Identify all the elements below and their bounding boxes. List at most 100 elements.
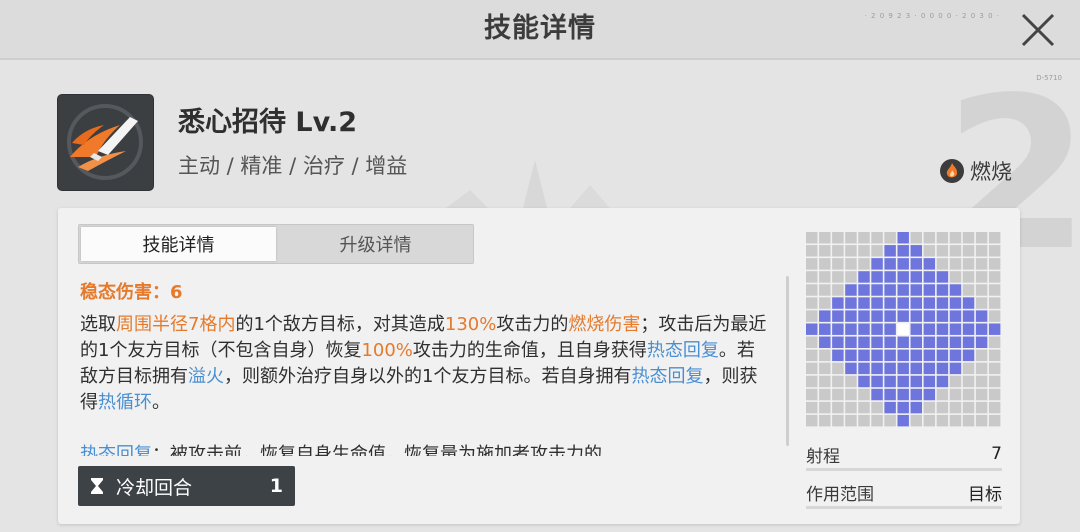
range-cell-empty [819,414,831,427]
range-cell-empty [819,297,831,309]
range-cell-empty [858,258,870,270]
range-cell-in-range [897,310,909,322]
stat-row-range: 射程 7 [806,440,1002,471]
keyword-explanation: 热态回复：被攻击前，恢复自身生命值，恢复量为施加者攻击力的 [80,442,770,456]
range-cell-empty [962,271,975,283]
range-cell-empty [949,414,962,427]
range-cell-empty [962,284,975,296]
range-cell-empty [962,232,975,244]
range-cell-in-range [884,323,896,335]
range-cell-in-range [910,323,922,335]
range-cell-empty [871,401,883,414]
range-cell-in-range [884,349,896,362]
description-scrollbar[interactable] [786,276,789,446]
skill-description: 选取周围半径7格内的1个敌方目标，对其造成130%攻击力的燃烧伤害；攻击后为最近… [80,314,767,413]
keyword-link[interactable]: 热态回复 [647,340,719,361]
stat-value: 7 [991,444,1002,464]
range-grid [806,232,1001,427]
range-cell-in-range [936,284,949,296]
range-cell-in-range [910,362,922,375]
range-cell-in-range [962,323,975,335]
keyword-link[interactable]: 热态回复 [631,366,703,387]
range-cell-in-range [897,258,909,270]
range-cell-empty [845,388,857,401]
range-cell-in-range [923,336,936,348]
range-cell-in-range [858,284,870,296]
range-cell-empty [988,388,1001,401]
range-cell-empty [819,375,831,388]
range-cell-in-range [845,336,857,348]
range-cell-empty [832,375,844,388]
tab-skill-details[interactable]: 技能详情 [81,227,276,261]
range-cell-in-range [819,323,831,335]
range-cell-empty [975,388,988,401]
keyword-link[interactable]: 热循环 [98,392,152,413]
cooldown-label: 冷却回合 [116,476,193,499]
tab-bar: 技能详情 升级详情 [78,224,474,264]
range-cell-empty [819,388,831,401]
range-cell-empty [858,388,870,401]
range-cell-in-range [949,362,962,375]
range-cell-empty [806,414,818,427]
range-cell-in-range [949,323,962,335]
range-cell-empty [910,414,922,427]
range-cell-in-range [936,323,949,335]
range-cell-in-range [923,323,936,335]
stat-value: 目标 [968,484,1002,505]
range-cell-empty [975,414,988,427]
range-cell-empty [936,258,949,270]
range-cell-in-range [819,310,831,322]
close-button[interactable] [1018,10,1058,50]
range-cell-empty [936,414,949,427]
range-cell-in-range [871,284,883,296]
range-cell-in-range [923,388,936,401]
range-cell-in-range [962,310,975,322]
range-cell-in-range [910,388,922,401]
tab-upgrade-details[interactable]: 升级详情 [278,225,473,263]
range-cell-empty [923,414,936,427]
range-cell-empty [806,258,818,270]
range-cell-in-range [910,336,922,348]
range-cell-empty [988,401,1001,414]
range-cell-empty [806,245,818,257]
range-cell-empty [832,362,844,375]
range-cell-in-range [897,297,909,309]
page-title: 技能详情 [484,13,596,44]
range-cell-in-range [897,375,909,388]
range-cell-in-range [923,375,936,388]
range-cell-empty [962,401,975,414]
skill-name: 悉心招待 Lv.2 [178,107,358,138]
hourglass-icon [91,478,103,494]
range-cell-in-range [936,271,949,283]
range-cell-in-range [936,310,949,322]
range-cell-in-range [897,271,909,283]
range-cell-in-range [806,323,818,335]
close-icon [1021,13,1055,47]
keyword-link[interactable]: 热态回复 [80,444,152,456]
keyword-link[interactable]: 溢火 [188,366,224,387]
range-cell-in-range [949,336,962,348]
range-cell-empty [962,375,975,388]
range-cell-in-range [845,297,857,309]
range-cell-in-range [949,310,962,322]
range-cell-in-range [910,258,922,270]
range-cell-empty [936,245,949,257]
range-cell-empty [988,310,1001,322]
range-cell-empty [923,245,936,257]
range-cell-empty [819,401,831,414]
range-cell-in-range [858,336,870,348]
range-cell-empty [936,232,949,244]
range-cell-empty [819,284,831,296]
range-cell-in-range [923,349,936,362]
range-cell-in-range [832,323,844,335]
range-cell-in-range [936,297,949,309]
range-cell-empty [806,336,818,348]
range-cell-in-range [923,258,936,270]
range-cell-in-range [884,401,896,414]
range-cell-empty [858,401,870,414]
range-cell-empty [819,271,831,283]
range-cell-in-range [949,297,962,309]
range-cell-empty [832,258,844,270]
range-cell-empty [962,258,975,270]
range-cell-empty [962,362,975,375]
